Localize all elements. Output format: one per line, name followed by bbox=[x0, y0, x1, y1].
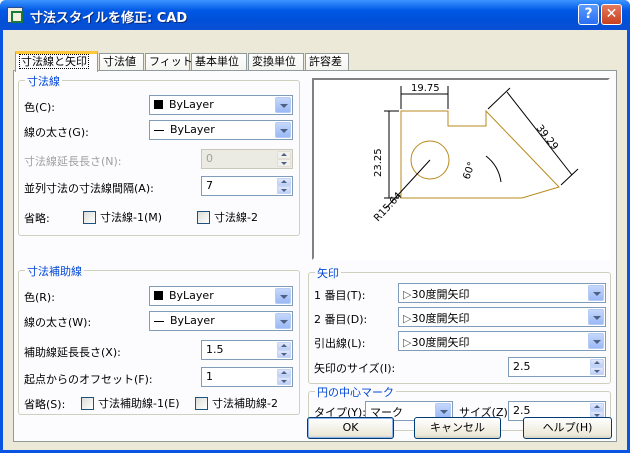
arrow-second-label: 2 番目(D): bbox=[314, 313, 368, 326]
ext-suppress-label: 省略(S): bbox=[24, 398, 66, 411]
spin-up-icon[interactable] bbox=[277, 178, 291, 186]
arrow-first-select[interactable]: ▷30度開矢印 bbox=[398, 283, 606, 303]
spin-up-icon[interactable] bbox=[590, 403, 604, 411]
center-marks-group-title: 円の中心マーク bbox=[315, 384, 396, 400]
tab-fit[interactable]: フィット bbox=[145, 53, 193, 71]
dim-top-text: 19.75 bbox=[411, 83, 440, 94]
window-title: 寸法スタイルを修正: CAD bbox=[30, 11, 188, 26]
ext-weight-label: 線の太さ(W): bbox=[24, 316, 92, 329]
color-swatch-icon bbox=[154, 290, 163, 300]
dim-color-select[interactable]: ByLayer bbox=[149, 95, 293, 115]
tab-lines-arrows[interactable]: 寸法線と矢印 bbox=[15, 51, 98, 72]
help-title-button[interactable]: ? bbox=[578, 4, 599, 25]
dim-line-group: 寸法線 色(C): ByLayer 線の太さ(G): ByLayer 寸法線延長… bbox=[18, 73, 300, 236]
arrow-first-label: 1 番目(T): bbox=[314, 289, 366, 302]
tab-panel: 寸法線 色(C): ByLayer 線の太さ(G): ByLayer 寸法線延長… bbox=[13, 70, 617, 442]
tab-tolerances[interactable]: 許容差 bbox=[305, 53, 349, 71]
title-bar: 寸法スタイルを修正: CAD ? ✕ bbox=[0, 0, 630, 30]
arrowheads-group-title: 矢印 bbox=[315, 265, 341, 281]
angle-text: 60° bbox=[461, 161, 477, 181]
ext-suppress2-checkbox[interactable]: 寸法補助線-2 bbox=[195, 395, 278, 411]
dim-right-text: 39.29 bbox=[534, 123, 560, 152]
arrow-leader-select[interactable]: ▷30度開矢印 bbox=[398, 331, 606, 351]
arrow-size-label: 矢印のサイズ(I): bbox=[314, 362, 396, 375]
spin-down-icon[interactable] bbox=[277, 186, 291, 194]
dialog-client: 寸法線と矢印 寸法値 フィット 基本単位 変換単位 許容差 寸法線 色(C): … bbox=[3, 30, 627, 450]
dim-spacing-label: 並列寸法の寸法線間隔(A): bbox=[24, 182, 154, 195]
cancel-button[interactable]: キャンセル bbox=[414, 417, 501, 439]
dim-suppress-label: 省略: bbox=[24, 212, 50, 225]
arrow-leader-label: 引出線(L): bbox=[314, 337, 366, 350]
arrow-second-select[interactable]: ▷30度開矢印 bbox=[398, 307, 606, 327]
dim-weight-select[interactable]: ByLayer bbox=[149, 120, 293, 140]
dim-line-group-title: 寸法線 bbox=[25, 73, 62, 89]
preview-labels: 19.75 23.25 39.29 60° R15.64 bbox=[372, 83, 560, 224]
tab-alternate-units[interactable]: 変換単位 bbox=[248, 53, 304, 71]
lineweight-icon bbox=[154, 320, 164, 322]
ext-color-label: 色(R): bbox=[24, 291, 55, 304]
spin-down-icon[interactable] bbox=[277, 350, 291, 358]
ext-line-group: 寸法補助線 色(R): ByLayer 線の太さ(W): ByLayer 補助線… bbox=[18, 263, 300, 415]
arrow-size-input[interactable]: 2.5 bbox=[508, 357, 606, 377]
arrowheads-group: 矢印 1 番目(T): ▷30度開矢印 2 番目(D): ▷30度開矢印 引出線… bbox=[308, 265, 611, 384]
ext-suppress1-checkbox[interactable]: 寸法補助線-1(E) bbox=[81, 395, 180, 411]
ext-line-group-title: 寸法補助線 bbox=[25, 263, 84, 279]
chevron-down-icon[interactable] bbox=[275, 122, 291, 138]
preview-box: 19.75 23.25 39.29 60° R15.64 bbox=[312, 78, 610, 260]
ext-extend-label: 補助線延長長さ(X): bbox=[24, 346, 121, 359]
spin-up-icon[interactable] bbox=[277, 342, 291, 350]
spin-up-icon[interactable] bbox=[277, 151, 291, 159]
part-outline bbox=[400, 109, 560, 199]
ext-extend-input[interactable]: 1.5 bbox=[201, 340, 293, 360]
preview-drawing: 19.75 23.25 39.29 60° R15.64 bbox=[372, 83, 579, 224]
lineweight-icon bbox=[154, 129, 164, 131]
ext-offset-input[interactable]: 1 bbox=[201, 367, 293, 387]
chevron-down-icon[interactable] bbox=[275, 288, 291, 304]
dim-spacing-input[interactable]: 7 bbox=[201, 176, 293, 196]
dim-suppress2-checkbox[interactable]: 寸法線-2 bbox=[197, 209, 258, 225]
ext-weight-select[interactable]: ByLayer bbox=[149, 311, 293, 331]
dim-color-label: 色(C): bbox=[24, 101, 55, 114]
tab-primary-units[interactable]: 基本単位 bbox=[191, 53, 247, 71]
dim-extend-input[interactable]: 0 bbox=[201, 149, 293, 169]
radius-text: R15.64 bbox=[372, 191, 404, 225]
chevron-down-icon[interactable] bbox=[275, 313, 291, 329]
spin-up-icon[interactable] bbox=[590, 359, 604, 367]
chevron-down-icon[interactable] bbox=[588, 309, 604, 325]
ext-color-select[interactable]: ByLayer bbox=[149, 286, 293, 306]
tab-text[interactable]: 寸法値 bbox=[99, 53, 144, 71]
spin-down-icon[interactable] bbox=[590, 367, 604, 375]
dim-left-text: 23.25 bbox=[373, 148, 384, 177]
spin-up-icon[interactable] bbox=[277, 369, 291, 377]
dim-extend-label: 寸法線延長長さ(N): bbox=[24, 155, 122, 168]
chevron-down-icon[interactable] bbox=[588, 333, 604, 349]
chevron-down-icon[interactable] bbox=[588, 285, 604, 301]
help-button[interactable]: ヘルプ(H) bbox=[523, 417, 612, 439]
app-icon bbox=[7, 7, 23, 23]
color-swatch-icon bbox=[154, 99, 163, 109]
spin-down-icon[interactable] bbox=[277, 377, 291, 385]
close-button[interactable]: ✕ bbox=[601, 4, 622, 25]
ok-button[interactable]: OK bbox=[307, 417, 394, 439]
dim-suppress1-checkbox[interactable]: 寸法線-1(M) bbox=[83, 209, 162, 225]
chevron-down-icon[interactable] bbox=[275, 97, 291, 113]
dialog-window: 寸法スタイルを修正: CAD ? ✕ 寸法線と矢印 寸法値 フィット 基本単位 … bbox=[0, 0, 630, 453]
dim-weight-label: 線の太さ(G): bbox=[24, 126, 89, 139]
ext-offset-label: 起点からのオフセット(F): bbox=[24, 373, 153, 386]
spin-down-icon[interactable] bbox=[277, 159, 291, 167]
